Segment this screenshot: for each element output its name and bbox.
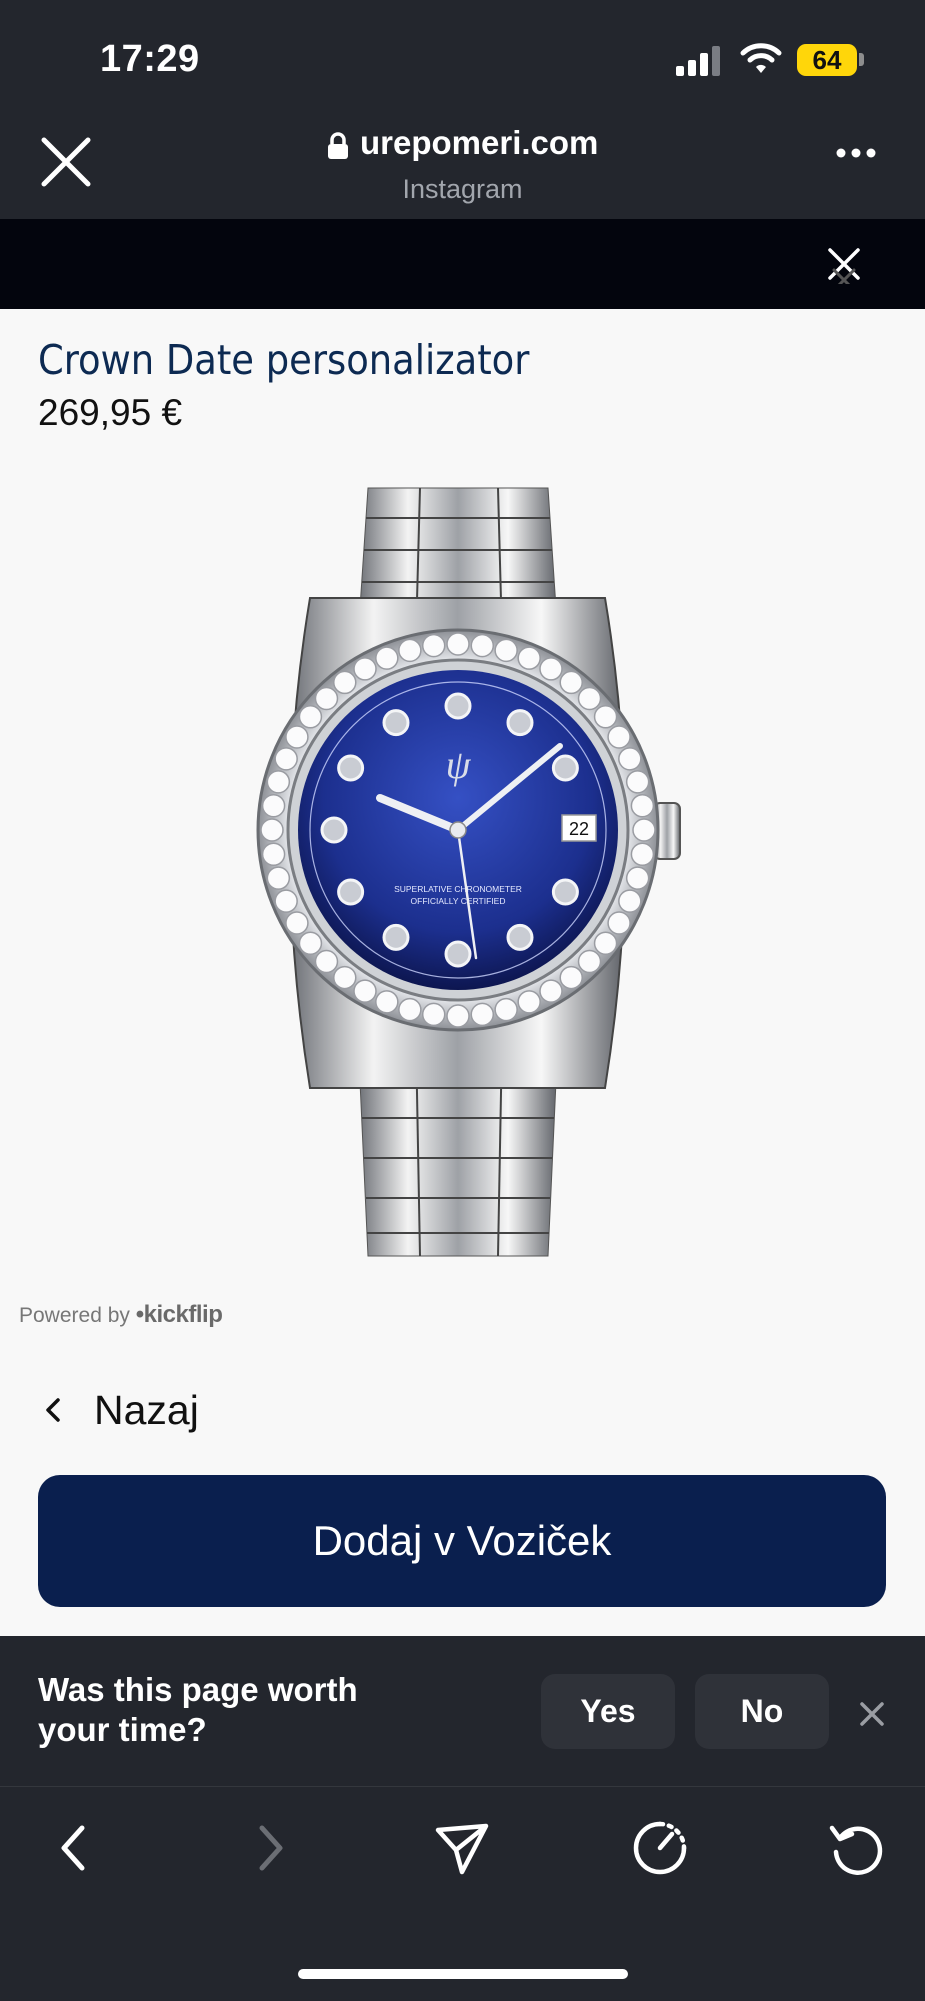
feedback-yes-button[interactable]: Yes — [541, 1674, 675, 1749]
svg-text:ψ: ψ — [446, 742, 472, 787]
forward-arrow-icon[interactable] — [240, 1818, 300, 1878]
cellular-signal-icon — [676, 46, 720, 76]
chevron-left-icon — [46, 1398, 60, 1422]
feedback-no-button[interactable]: No — [695, 1674, 829, 1749]
battery-icon: 64 — [797, 44, 857, 76]
more-options-icon[interactable] — [836, 147, 876, 159]
reload-icon[interactable] — [826, 1818, 886, 1878]
back-label: Nazaj — [94, 1386, 199, 1433]
product-price: 269,95 € — [38, 392, 183, 433]
powered-prefix: Powered by — [19, 1304, 130, 1327]
speed-gauge-icon[interactable] — [630, 1818, 690, 1878]
banner-close-icon[interactable] — [824, 244, 864, 284]
lock-icon — [328, 132, 348, 159]
top-banner — [0, 219, 925, 309]
kickflip-logo: •kickflip — [135, 1301, 223, 1328]
add-to-cart-button[interactable]: Dodaj v Voziček — [38, 1475, 886, 1607]
dial-text-line2: OFFICIALLY CERTIFIED — [411, 896, 506, 906]
wifi-icon — [740, 43, 782, 73]
dial-text-line1: SUPERLATIVE CHRONOMETER — [394, 884, 522, 894]
product-title: Crown Date personalizator — [38, 336, 530, 384]
share-send-icon[interactable] — [432, 1818, 492, 1878]
watch-product-image[interactable]: ψ 22 SUPERLATIVE CHRONOMETER OFFICIALLY … — [240, 478, 690, 1258]
date-window-text: 22 — [569, 819, 589, 839]
home-indicator[interactable] — [298, 1969, 628, 1979]
url-text[interactable]: urepomeri.com — [360, 124, 598, 162]
back-arrow-icon[interactable] — [44, 1818, 104, 1878]
battery-cap — [859, 53, 864, 66]
source-app-label: Instagram — [402, 174, 523, 204]
feedback-close-icon[interactable] — [857, 1699, 887, 1729]
powered-by-label[interactable]: Powered by •kickflip — [19, 1301, 223, 1329]
status-time: 17:29 — [100, 38, 200, 80]
feedback-question: Was this page worth your time? — [38, 1671, 358, 1748]
back-link[interactable]: Nazaj — [38, 1385, 199, 1435]
